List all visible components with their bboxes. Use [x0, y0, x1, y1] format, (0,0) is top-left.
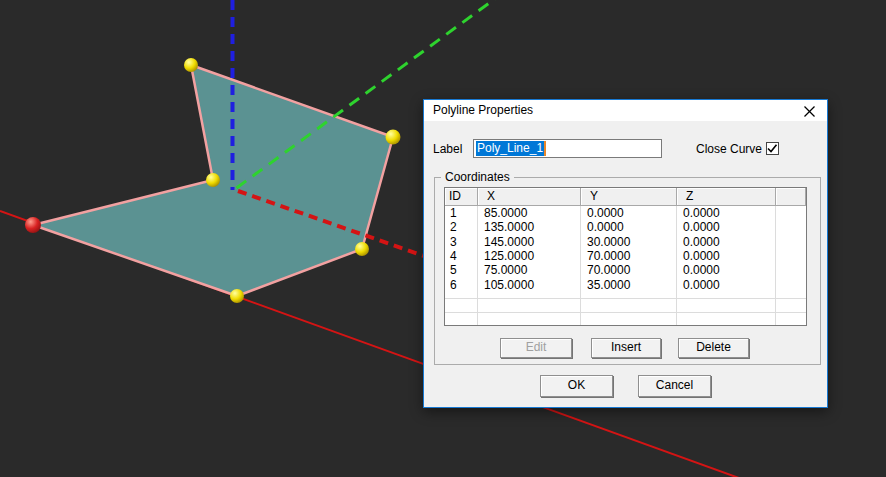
column-header-z[interactable]: Z	[677, 188, 776, 206]
ok-button[interactable]: OK	[540, 375, 613, 397]
table-cell[interactable]: 0.0000	[581, 220, 677, 234]
table-cell[interactable]: 6	[445, 278, 478, 292]
coordinates-table[interactable]: IDXYZ 185.00000.00000.00002135.00000.000…	[444, 187, 807, 326]
column-header-filler	[776, 188, 806, 206]
coordinates-group-label: Coordinates	[441, 171, 514, 184]
table-cell[interactable]: 2	[445, 220, 478, 234]
table-cell[interactable]: 3	[445, 235, 478, 249]
table-cell[interactable]: 0.0000	[677, 220, 776, 234]
delete-button[interactable]: Delete	[678, 338, 749, 358]
table-cell[interactable]: 30.0000	[581, 235, 677, 249]
table-row[interactable]: 2135.00000.00000.0000	[445, 220, 806, 234]
table-header[interactable]: IDXYZ	[445, 188, 806, 206]
polyline-properties-dialog: Polyline Properties Label Poly_Line_1 Cl…	[423, 99, 828, 408]
table-cell[interactable]: 5	[445, 263, 478, 277]
table-cell[interactable]: 0.0000	[677, 235, 776, 249]
vertex-point-4[interactable]	[386, 130, 401, 145]
table-cell[interactable]: 0.0000	[677, 206, 776, 220]
text-caret	[544, 141, 546, 156]
vertex-point-1[interactable]	[25, 217, 41, 233]
column-header-y[interactable]: Y	[581, 188, 677, 206]
vertex-point-3[interactable]	[355, 242, 369, 256]
table-row[interactable]: 6105.000035.00000.0000	[445, 278, 806, 292]
checkmark-icon	[767, 144, 778, 154]
dialog-titlebar[interactable]: Polyline Properties	[424, 100, 827, 121]
table-cell[interactable]: 4	[445, 249, 478, 263]
dialog-title: Polyline Properties	[433, 100, 533, 121]
table-cell[interactable]: 0.0000	[581, 206, 677, 220]
table-cell[interactable]: 35.0000	[581, 278, 677, 292]
close-curve-label: Close Curve	[696, 142, 762, 156]
label-input-value: Poly_Line_1	[476, 141, 544, 156]
table-row[interactable]: 4125.000070.00000.0000	[445, 249, 806, 263]
table-row[interactable]: 3145.000030.00000.0000	[445, 235, 806, 249]
table-cell[interactable]: 135.0000	[478, 220, 581, 234]
label-input[interactable]: Poly_Line_1	[473, 139, 662, 158]
table-cell[interactable]: 75.0000	[478, 263, 581, 277]
table-row[interactable]: 185.00000.00000.0000	[445, 206, 806, 220]
column-header-x[interactable]: X	[478, 188, 581, 206]
table-cell[interactable]: 70.0000	[581, 263, 677, 277]
table-cell[interactable]: 1	[445, 206, 478, 220]
table-cell[interactable]: 0.0000	[677, 263, 776, 277]
table-row[interactable]: 575.000070.00000.0000	[445, 263, 806, 277]
table-cell[interactable]: 0.0000	[677, 249, 776, 263]
viewport-3d[interactable]: Polyline Properties Label Poly_Line_1 Cl…	[0, 0, 886, 477]
label-field-label: Label	[433, 142, 462, 156]
grid-line-horizontal	[445, 298, 806, 299]
table-cell[interactable]: 70.0000	[581, 249, 677, 263]
close-icon[interactable]	[802, 104, 817, 119]
table-cell[interactable]: 0.0000	[677, 278, 776, 292]
vertex-point-2[interactable]	[230, 289, 244, 303]
edit-button[interactable]: Edit	[500, 338, 572, 358]
table-cell[interactable]: 105.0000	[478, 278, 581, 292]
grid-line-horizontal	[445, 312, 806, 313]
insert-button[interactable]: Insert	[591, 338, 661, 358]
vertex-point-6[interactable]	[206, 173, 220, 187]
table-cell[interactable]: 125.0000	[478, 249, 581, 263]
cancel-button[interactable]: Cancel	[638, 375, 711, 397]
column-header-id[interactable]: ID	[445, 188, 478, 206]
table-body[interactable]: 185.00000.00000.00002135.00000.00000.000…	[445, 206, 806, 325]
vertex-point-5[interactable]	[184, 58, 198, 72]
table-cell[interactable]: 85.0000	[478, 206, 581, 220]
close-curve-checkbox[interactable]	[766, 142, 779, 155]
coordinates-groupbox: Coordinates IDXYZ 185.00000.00000.000021…	[434, 177, 821, 365]
table-cell[interactable]: 145.0000	[478, 235, 581, 249]
